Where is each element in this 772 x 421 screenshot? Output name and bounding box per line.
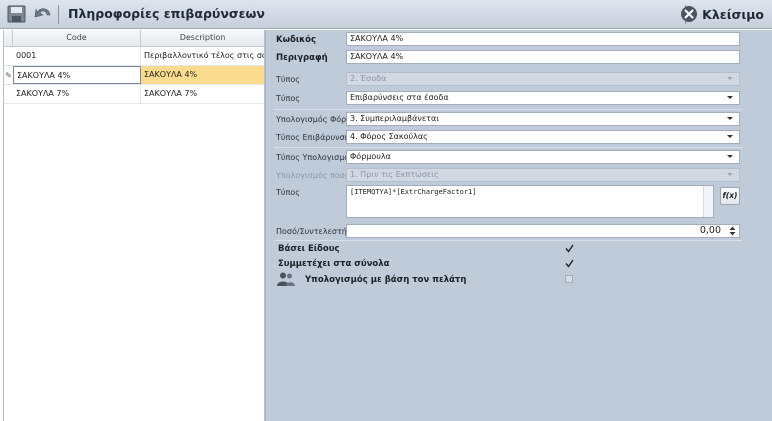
cell-description[interactable]: ΣΑΚΟΥΛΑ 4% <box>141 66 264 84</box>
calc-type-label: Τύπος Υπολογισμού <box>276 153 354 162</box>
calc-type-value: Φόρμουλα <box>350 152 391 161</box>
type-select-disabled: 2. Έσοδα <box>346 72 740 86</box>
grid-indicator-header <box>4 30 13 46</box>
spinner-icon[interactable] <box>729 226 736 236</box>
charge-type-value: 4. Φόρος Σακούλας <box>350 132 428 141</box>
close-button[interactable]: Κλείσιμο <box>680 3 764 25</box>
description-input[interactable]: ΣΑΚΟΥΛΑ 4% <box>346 50 740 64</box>
row-indicator <box>4 47 13 65</box>
subtype-value: Επιβαρύνσεις στα έσοδα <box>350 93 449 102</box>
table-row[interactable]: ΣΑΚΟΥΛΑ 7% ΣΑΚΟΥΛΑ 7% <box>4 85 264 104</box>
section-divider <box>274 240 742 241</box>
column-header-description[interactable]: Description <box>141 30 264 46</box>
cell-code[interactable]: ΣΑΚΟΥΛΑ 7% <box>13 85 141 103</box>
tax-calc-label: Υπολογισμός Φόρου <box>276 115 356 124</box>
code-label: Κωδικός <box>276 35 317 45</box>
code-input[interactable]: ΣΑΚΟΥΛΑ 4% <box>346 32 740 46</box>
formula-text: [ITEMQTYA]*[ExtrChargeFactor1] <box>350 188 477 196</box>
grid-body: 0001Περιβαλλοντικό τέλος στις σακού...✎Σ… <box>4 47 264 104</box>
factor-label: Ποσό/Συντελεστής <box>276 227 352 236</box>
row-indicator <box>4 85 13 103</box>
window-title: Πληροφορίες επιβαρύνσεων <box>68 6 265 21</box>
chevron-down-icon <box>727 77 733 80</box>
subtype-label: Τύπος <box>276 94 300 103</box>
grid-header: Code Description <box>4 30 264 47</box>
tax-calc-select[interactable]: 3. Συμπεριλαμβάνεται <box>346 112 740 126</box>
section-divider <box>274 147 742 148</box>
tax-calc-value: 3. Συμπεριλαμβάνεται <box>350 114 439 123</box>
chevron-down-icon <box>727 173 733 176</box>
totals-label: Συμμετέχει στα σύνολα <box>278 259 390 269</box>
row-indicator: ✎ <box>5 70 12 80</box>
formula-label: Τύπος <box>276 188 300 197</box>
column-header-code[interactable]: Code <box>13 30 141 46</box>
totals-checkbox[interactable] <box>565 259 574 268</box>
table-row[interactable]: ✎ ΣΑΚΟΥΛΑ 4% ΣΑΚΟΥΛΑ 4% <box>4 66 264 85</box>
charge-type-label: Τύπος Επιβάρυνσης <box>276 133 355 142</box>
cell-description[interactable]: ΣΑΚΟΥΛΑ 7% <box>141 85 264 103</box>
chevron-down-icon[interactable] <box>727 135 733 138</box>
details-panel: Κωδικός ΣΑΚΟΥΛΑ 4% Περιγραφή ΣΑΚΟΥΛΑ 4% … <box>266 30 772 421</box>
formula-scrollbar[interactable] <box>703 186 713 217</box>
undo-icon[interactable] <box>32 4 54 24</box>
item-based-label: Βάσει Είδους <box>278 244 340 254</box>
close-icon <box>681 6 698 22</box>
type-label: Τύπος <box>276 75 300 84</box>
cell-code[interactable]: 0001 <box>13 47 141 65</box>
chevron-down-icon[interactable] <box>727 117 733 120</box>
factor-value: 0,00 <box>699 225 721 236</box>
customer-based-checkbox[interactable] <box>565 275 573 283</box>
calc-amount-value: 1. Πριν τις Εκπτώσεις <box>350 170 439 179</box>
description-label: Περιγραφή <box>276 53 328 63</box>
calc-type-select[interactable]: Φόρμουλα <box>346 150 740 164</box>
section-divider <box>274 109 742 110</box>
title-bar: Πληροφορίες επιβαρύνσεων Κλείσιμο <box>0 0 772 29</box>
factor-input[interactable]: 0,00 <box>346 224 740 238</box>
charge-type-select[interactable]: 4. Φόρος Σακούλας <box>346 130 740 144</box>
subtype-select[interactable]: Επιβαρύνσεις στα έσοδα <box>346 91 740 105</box>
charges-grid[interactable]: Code Description 0001 Περιβαλλοντικό τέλο… <box>3 30 265 421</box>
item-based-checkbox[interactable] <box>565 244 574 253</box>
cell-code[interactable]: ΣΑΚΟΥΛΑ 4% <box>13 66 141 84</box>
toolbar-separator <box>58 5 59 24</box>
calc-amount-label: Υπολογισμός ποσού <box>276 171 355 180</box>
cell-description[interactable]: Περιβαλλοντικό τέλος στις σακού... <box>141 47 264 65</box>
formula-editor-button[interactable]: f(x) <box>720 187 740 205</box>
customer-based-label: Υπολογισμός με βάση τον πελάτη <box>305 275 467 285</box>
chevron-down-icon[interactable] <box>727 96 733 99</box>
chevron-down-icon[interactable] <box>727 155 733 158</box>
users-icon <box>277 272 295 286</box>
close-label: Κλείσιμο <box>702 6 764 22</box>
calc-amount-select-disabled: 1. Πριν τις Εκπτώσεις <box>346 168 740 182</box>
save-icon[interactable] <box>6 4 28 24</box>
table-row[interactable]: 0001Περιβαλλοντικό τέλος στις σακού... <box>4 47 264 66</box>
formula-textarea[interactable]: [ITEMQTYA]*[ExtrChargeFactor1] <box>346 185 714 218</box>
type-value: 2. Έσοδα <box>350 74 387 83</box>
